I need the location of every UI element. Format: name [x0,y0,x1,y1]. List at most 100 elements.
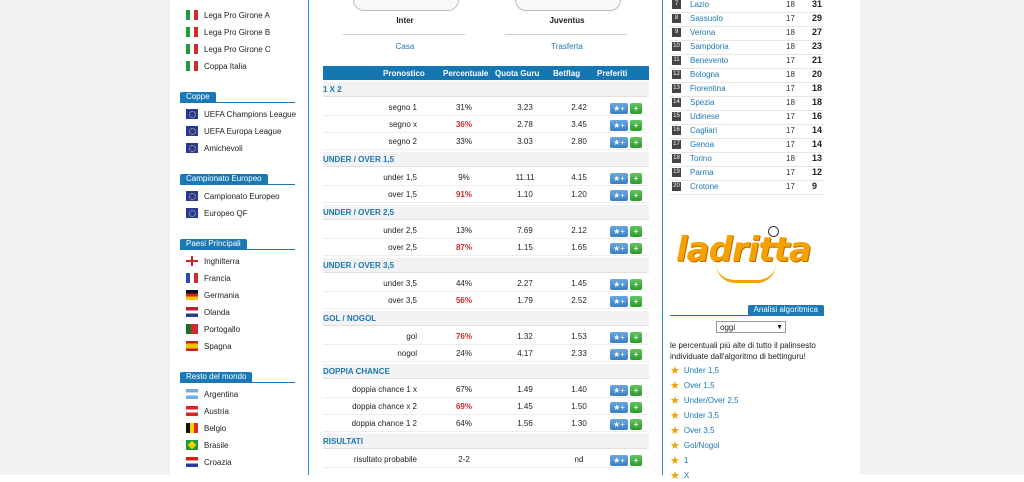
algoritmica-item[interactable]: ★ Under 1,5 [670,364,719,377]
add-bet-button[interactable]: + [630,243,642,254]
team-link[interactable]: Benevento [690,56,728,65]
prediction-name: doppia chance 1 2 [351,419,417,428]
add-bet-button[interactable]: + [630,103,642,114]
section-title: Coppe [180,92,216,102]
betflag-odds: 1.65 [571,243,587,252]
team-link[interactable]: Crotone [690,182,718,191]
sidebar-item[interactable]: Europeo QF [186,206,248,220]
add-favorite-button[interactable]: ★+ [610,173,628,184]
sidebar-item[interactable]: Coppa Italia [186,59,247,73]
team-link[interactable]: Udinese [690,112,719,121]
sidebar-item[interactable]: Amichevoli [186,141,243,155]
sidebar-item-label: Amichevoli [204,143,243,153]
team-link[interactable]: Torino [690,154,712,163]
add-favorite-button[interactable]: ★+ [610,296,628,307]
team-link[interactable]: Fiorentina [690,84,726,93]
algoritmica-item[interactable]: ★ Under 3,5 [670,409,719,422]
sidebar-item[interactable]: Olanda [186,305,230,319]
sidebar-item[interactable]: Inghilterra [186,254,240,268]
add-bet-button[interactable]: + [630,455,642,466]
team-link[interactable]: Genoa [690,140,714,149]
star-icon: ★ [670,394,680,407]
add-favorite-button[interactable]: ★+ [610,279,628,290]
sidebar-item[interactable]: Belgio [186,421,226,435]
add-bet-button[interactable]: + [630,279,642,290]
table-group-header: RISULTATI [323,434,649,449]
add-bet-button[interactable]: + [630,296,642,307]
flag-icon [186,324,198,334]
add-bet-button[interactable]: + [630,332,642,343]
add-bet-button[interactable]: + [630,402,642,413]
period-select[interactable]: oggi ▼ [716,321,786,333]
add-favorite-button[interactable]: ★+ [610,243,628,254]
prediction-name: under 1,5 [383,173,417,182]
add-favorite-button[interactable]: ★+ [610,349,628,360]
sidebar-item[interactable]: Portogallo [186,322,240,336]
sidebar-item[interactable]: Brasile [186,438,228,452]
sidebar-item-label: Olanda [204,307,230,317]
section-rule [180,382,295,383]
add-bet-button[interactable]: + [630,349,642,360]
standings-row: 9 Verona 18 27 [670,26,824,41]
team-link[interactable]: Parma [690,168,714,177]
team-link[interactable]: Bologna [690,70,719,79]
team-link[interactable]: Sassuolo [690,14,723,23]
ladritta-logo[interactable]: ladritta [676,226,816,283]
betflag-odds: 1.20 [571,190,587,199]
team-link[interactable]: Verona [690,28,715,37]
star-icon: ★ [670,424,680,437]
quota-guru: 1.15 [517,243,533,252]
add-favorite-button[interactable]: ★+ [610,120,628,131]
add-favorite-button[interactable]: ★+ [610,137,628,148]
add-bet-button[interactable]: + [630,385,642,396]
add-favorite-button[interactable]: ★+ [610,226,628,237]
sidebar-item[interactable]: Spagna [186,339,232,353]
algoritmica-item[interactable]: ★ Over 1,5 [670,379,715,392]
prediction-percentage: 36% [455,120,472,129]
standings-row: 19 Parma 17 12 [670,166,824,181]
algoritmica-item[interactable]: ★ Under/Over 2,5 [670,394,739,407]
prediction-percentage: 44% [455,279,472,288]
quota-guru: 1.45 [517,402,533,411]
home-team-name[interactable]: Inter [345,16,465,25]
team-link[interactable]: Cagliari [690,126,717,135]
sidebar-item[interactable]: Lega Pro Girone A [186,8,270,22]
algoritmica-item[interactable]: ★ X [670,469,689,482]
sidebar-item[interactable]: Croazia [186,455,232,469]
add-favorite-button[interactable]: ★+ [610,402,628,413]
add-favorite-button[interactable]: ★+ [610,190,628,201]
add-bet-button[interactable]: + [630,137,642,148]
sidebar-item[interactable]: Francia [186,271,231,285]
algoritmica-item[interactable]: ★ Gol/Nogol [670,439,719,452]
sidebar-item[interactable]: Germania [186,288,239,302]
table-group-header: UNDER / OVER 1,5 [323,152,649,167]
sidebar-item[interactable]: UEFA Champions League [186,107,296,121]
away-team-name[interactable]: Juventus [507,16,627,25]
add-bet-button[interactable]: + [630,226,642,237]
algoritmica-item[interactable]: ★ Over 3,5 [670,424,715,437]
add-favorite-button[interactable]: ★+ [610,419,628,430]
add-favorite-button[interactable]: ★+ [610,103,628,114]
table-group-header: DOPPIA CHANCE [323,364,649,379]
add-bet-button[interactable]: + [630,190,642,201]
add-bet-button[interactable]: + [630,173,642,184]
algoritmica-item[interactable]: ★ 1 [670,454,688,467]
sidebar-item[interactable]: Lega Pro Girone C [186,42,271,56]
add-bet-button[interactable]: + [630,419,642,430]
team-link[interactable]: Spezia [690,98,714,107]
add-favorite-button[interactable]: ★+ [610,332,628,343]
logo-smile-icon [716,264,776,283]
sidebar-item[interactable]: UEFA Europa League [186,124,281,138]
add-bet-button[interactable]: + [630,120,642,131]
sidebar-item[interactable]: Austria [186,404,229,418]
team-link[interactable]: Lazio [690,0,709,9]
sidebar-item[interactable]: Argentina [186,387,238,401]
quota-guru: 1.10 [517,190,533,199]
away-team-logo [515,0,621,11]
sidebar-item[interactable]: Lega Pro Girone B [186,25,270,39]
sidebar-item[interactable]: Campionato Europeo [186,189,280,203]
team-link[interactable]: Sampdoria [690,42,729,51]
divider-right [662,0,663,475]
add-favorite-button[interactable]: ★+ [610,455,628,466]
add-favorite-button[interactable]: ★+ [610,385,628,396]
